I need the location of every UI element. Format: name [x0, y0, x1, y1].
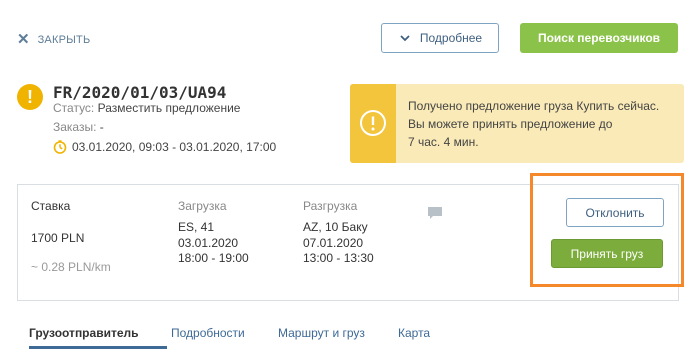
alert-circle-icon: [360, 110, 386, 136]
offer-notice: Получено предложение груза Купить сейчас…: [350, 84, 684, 163]
status-key: Статус:: [53, 101, 95, 115]
loading-details: ES, 41 03.01.2020 18:00 - 19:00: [178, 220, 249, 267]
active-tab-indicator: [29, 346, 167, 349]
close-link[interactable]: ✕ ЗАКРЫТЬ: [17, 31, 91, 48]
rate-value: 1700 PLN: [31, 231, 85, 245]
unloading-details: AZ, 10 Баку 07.01.2020 13:00 - 13:30: [303, 220, 374, 267]
date-range: 03.01.2020, 09:03 - 03.01.2020, 17:00: [72, 140, 277, 154]
detail-tabs: Грузоотправитель Подробности Маршрут и г…: [17, 318, 696, 353]
loading-time: 18:00 - 19:00: [178, 251, 249, 265]
orders-value: -: [99, 120, 104, 134]
notice-line-3: 7 час. 4 мин.: [408, 135, 479, 149]
tab-route-cargo[interactable]: Маршрут и груз: [278, 326, 365, 340]
action-highlight-frame: [530, 173, 684, 287]
rate-label: Ставка: [31, 199, 71, 213]
unloading-time: 13:00 - 13:30: [303, 251, 374, 265]
status-row: Статус: Разместить предложение: [53, 101, 240, 115]
clock-icon: [53, 140, 67, 154]
tab-map[interactable]: Карта: [398, 326, 430, 340]
close-label: ЗАКРЫТЬ: [37, 34, 91, 46]
loading-header: Загрузка: [178, 199, 227, 213]
search-carriers-button[interactable]: Поиск перевозчиков: [520, 23, 678, 53]
orders-key: Заказы:: [53, 120, 97, 134]
loading-place: ES, 41: [178, 220, 215, 234]
date-range-row: 03.01.2020, 09:03 - 03.01.2020, 17:00: [53, 140, 276, 154]
orders-row: Заказы: -: [53, 120, 104, 134]
warning-icon: !: [17, 84, 43, 110]
reject-button[interactable]: Отклонить: [566, 198, 664, 227]
status-value: Разместить предложение: [97, 101, 241, 115]
more-details-label: Подробнее: [419, 31, 483, 45]
tab-shipper[interactable]: Грузоотправитель: [29, 326, 139, 340]
unloading-date: 07.01.2020: [303, 235, 364, 250]
notice-line-2: Вы можете принять предложение до: [408, 117, 613, 131]
loading-date: 03.01.2020: [178, 235, 239, 250]
tab-details[interactable]: Подробности: [171, 326, 245, 340]
close-icon: ✕: [17, 31, 30, 48]
unloading-header: Разгрузка: [303, 199, 358, 213]
chat-icon[interactable]: [427, 206, 443, 220]
notice-line-1: Получено предложение груза Купить сейчас…: [408, 99, 660, 113]
notice-text: Получено предложение груза Купить сейчас…: [408, 97, 659, 151]
chevron-down-icon: [400, 35, 410, 42]
order-id: FR/2020/01/03/UA94: [53, 83, 227, 102]
rate-per-km: ~ 0.28 PLN/km: [31, 260, 111, 274]
accept-cargo-button[interactable]: Принять груз: [551, 239, 663, 268]
unloading-place: AZ, 10 Баку: [303, 220, 368, 234]
more-details-button[interactable]: Подробнее: [381, 23, 499, 53]
